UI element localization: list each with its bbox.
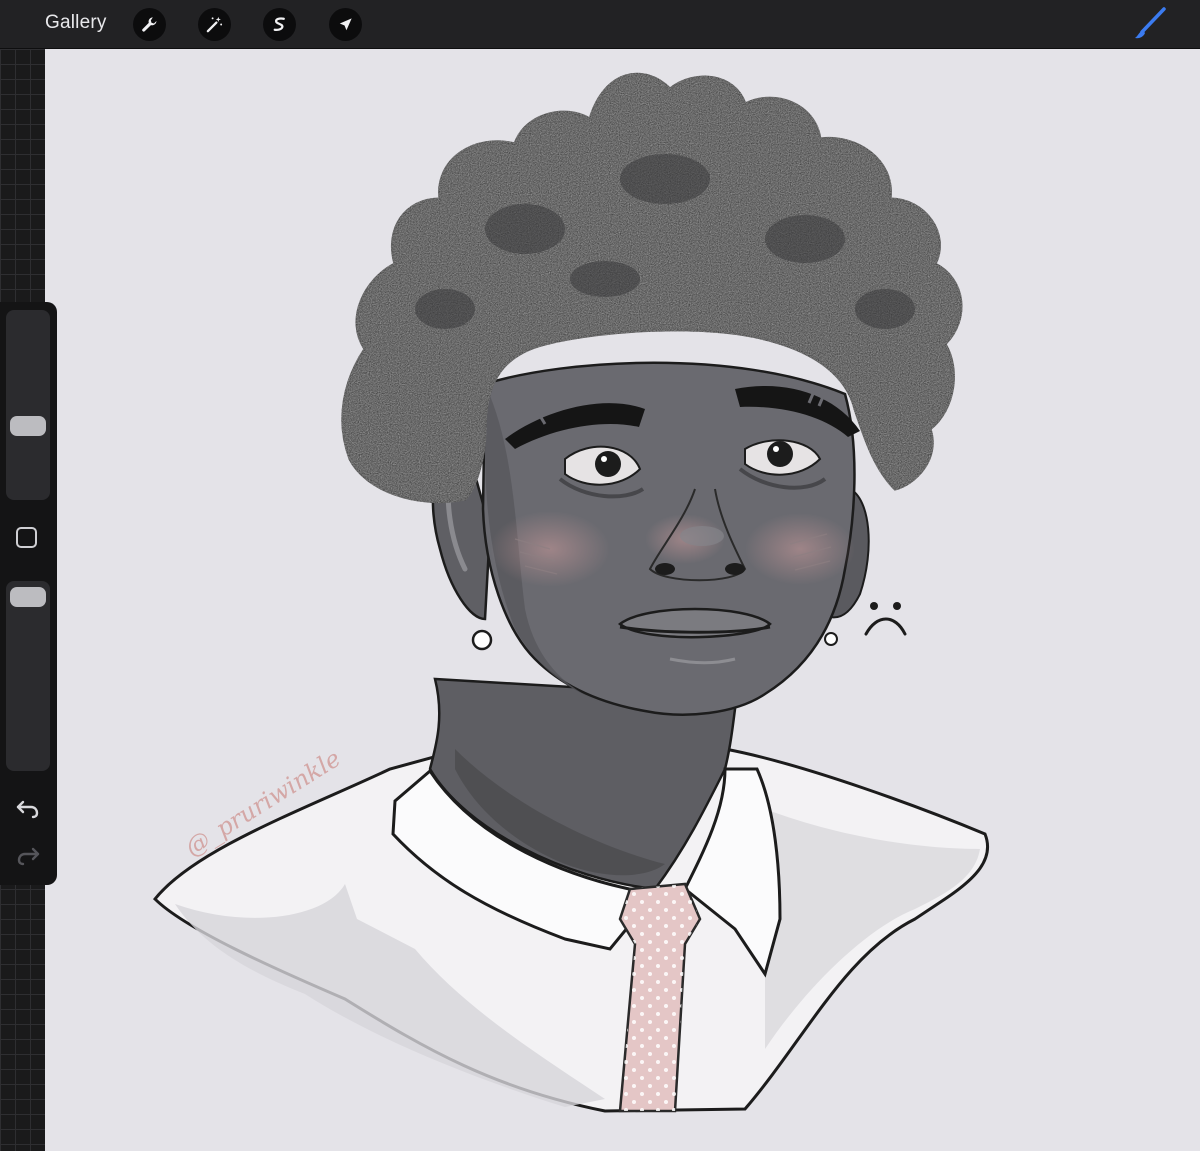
opacity-slider[interactable]: [6, 581, 50, 771]
brush-size-slider[interactable]: [6, 310, 50, 500]
move-arrow-icon: [339, 18, 352, 31]
selection-button[interactable]: [263, 8, 296, 41]
modify-square-icon[interactable]: [16, 527, 37, 548]
selection-icon: [273, 17, 285, 32]
transform-button[interactable]: [329, 8, 362, 41]
earring-left: [471, 629, 493, 651]
sad-face-doodle: [864, 602, 907, 636]
artwork-illustration: [152, 72, 990, 1113]
top-toolbar: Gallery: [0, 0, 1200, 49]
earring-right: [824, 632, 838, 646]
gallery-button[interactable]: Gallery: [45, 12, 107, 34]
left-sidebar: [0, 302, 57, 885]
actions-button[interactable]: [133, 8, 166, 41]
drawing-canvas[interactable]: @_pruriwinkle: [45, 49, 1200, 1151]
brush-tool-icon[interactable]: [1130, 6, 1170, 42]
undo-icon[interactable]: [15, 796, 41, 820]
redo-icon[interactable]: [15, 843, 41, 867]
adjustments-button[interactable]: [198, 8, 231, 41]
opacity-handle[interactable]: [10, 587, 46, 607]
magic-wand-icon: [206, 16, 223, 33]
brush-size-handle[interactable]: [10, 415, 46, 436]
wrench-icon: [142, 17, 157, 32]
